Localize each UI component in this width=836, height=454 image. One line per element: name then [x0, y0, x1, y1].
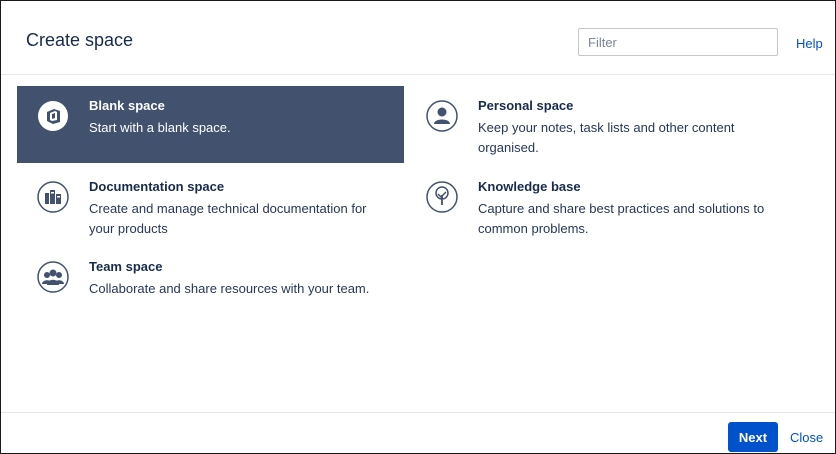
dialog-header: Create space Help — [1, 1, 835, 75]
template-team-space[interactable]: Team space Collaborate and share resourc… — [17, 247, 404, 324]
template-name: Knowledge base — [478, 179, 581, 194]
next-button[interactable]: Next — [728, 422, 778, 452]
template-description: Keep your notes, task lists and other co… — [478, 120, 735, 155]
close-link[interactable]: Close — [790, 430, 823, 445]
template-name: Team space — [89, 259, 163, 274]
template-name: Blank space — [89, 98, 165, 113]
documentation-space-icon — [37, 181, 69, 213]
template-name: Documentation space — [89, 179, 225, 194]
help-link[interactable]: Help — [796, 36, 823, 51]
knowledge-base-icon — [426, 181, 458, 213]
template-description: Create and manage technical documentatio… — [89, 201, 367, 236]
template-name: Personal space — [478, 98, 574, 113]
blank-space-icon — [38, 101, 68, 131]
template-knowledge-base[interactable]: Knowledge base Capture and share best pr… — [406, 167, 816, 244]
dialog-title: Create space — [26, 30, 134, 50]
template-description: Start with a blank space. — [89, 120, 231, 135]
create-space-dialog: Create space Help Blank space Start with… — [0, 0, 836, 454]
personal-space-icon — [426, 100, 458, 132]
template-documentation-space[interactable]: Documentation space Create and manage te… — [17, 167, 404, 244]
filter-input[interactable] — [578, 28, 778, 56]
team-space-icon — [37, 261, 69, 293]
dialog-footer: Next Close — [1, 412, 835, 454]
space-template-list: Blank space Start with a blank space. Pe… — [1, 75, 835, 412]
template-personal-space[interactable]: Personal space Keep your notes, task lis… — [406, 86, 816, 163]
template-description: Capture and share best practices and sol… — [478, 201, 765, 236]
template-description: Collaborate and share resources with you… — [89, 281, 370, 296]
template-blank-space[interactable]: Blank space Start with a blank space. — [17, 86, 404, 163]
